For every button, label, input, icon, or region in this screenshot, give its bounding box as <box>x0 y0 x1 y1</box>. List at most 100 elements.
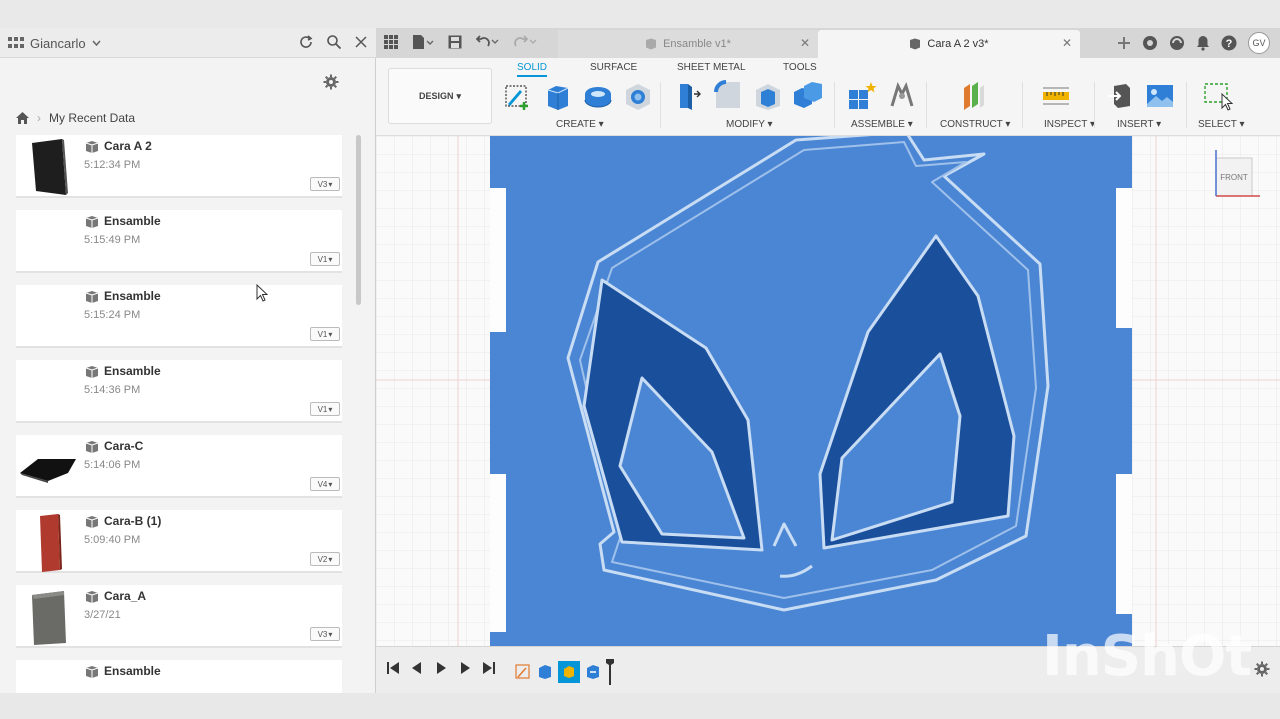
list-item[interactable]: Cara A 2 5:12:34 PM V3 ▾ <box>16 135 342 198</box>
viewport-graphics[interactable] <box>376 136 1280 646</box>
gear-icon[interactable] <box>1254 661 1270 677</box>
user-switcher[interactable]: Giancarlo <box>8 34 101 52</box>
video-watermark: InShOt <box>1042 624 1252 689</box>
play-icon[interactable] <box>434 661 448 675</box>
user-avatar[interactable]: GV <box>1248 32 1270 54</box>
tab-solid[interactable]: SOLID <box>517 62 548 77</box>
combine-icon[interactable] <box>792 80 824 112</box>
version-badge[interactable]: V3 ▾ <box>310 627 340 641</box>
step-back-icon[interactable] <box>410 661 424 675</box>
new-component-icon[interactable] <box>846 80 878 112</box>
undo-icon[interactable] <box>476 35 500 49</box>
save-icon[interactable] <box>448 35 462 49</box>
fillet-icon[interactable] <box>712 80 744 112</box>
list-item[interactable]: Cara-B (1) 5:09:40 PM V2 ▾ <box>16 510 342 573</box>
version-badge[interactable]: V3 ▾ <box>310 177 340 191</box>
extrude-feature-icon[interactable] <box>584 663 602 681</box>
workspace-switcher[interactable]: DESIGN ▾ <box>388 68 492 124</box>
grid-apps-icon[interactable] <box>384 35 398 49</box>
chevron-down-icon: ▾ <box>328 179 333 189</box>
version-label: V3 <box>317 629 328 639</box>
shell-icon[interactable] <box>752 80 784 112</box>
viewcube-face-label: FRONT <box>1220 173 1248 182</box>
go-to-start-icon[interactable] <box>386 661 400 675</box>
version-badge[interactable]: V1 ▾ <box>310 252 340 266</box>
go-to-end-icon[interactable] <box>482 661 496 675</box>
version-badge[interactable]: V2 ▾ <box>310 552 340 566</box>
extrude-feature-icon[interactable] <box>558 661 580 683</box>
tab-cara-a-2[interactable]: Cara A 2 v3* ✕ <box>818 30 1080 58</box>
recent-data-list: Cara A 2 5:12:34 PM V3 ▾ Ensamble 5:15:49… <box>16 135 342 693</box>
create-sketch-icon[interactable] <box>502 80 534 112</box>
version-badge[interactable]: V4 ▾ <box>310 477 340 491</box>
select-label: SELECT <box>1198 119 1237 130</box>
separator <box>1022 82 1023 128</box>
tab-ensamble[interactable]: Ensamble v1* ✕ <box>558 30 818 58</box>
sketch-feature-icon[interactable] <box>514 663 532 681</box>
viewcube[interactable]: FRONT <box>1208 146 1264 206</box>
chevron-down-icon: ▾ <box>328 329 333 339</box>
hole-icon[interactable] <box>622 80 654 112</box>
close-icon[interactable]: ✕ <box>1062 36 1072 50</box>
item-name: Ensamble <box>104 664 161 678</box>
redo-icon[interactable] <box>514 35 538 49</box>
list-item[interactable]: Ensamble 5:14:36 PM V1 ▾ <box>16 360 342 423</box>
extrude-feature-icon[interactable] <box>536 663 554 681</box>
tab-bar: Ensamble v1* ✕ Cara A 2 v3* ✕ ? GV <box>376 28 1280 58</box>
help-icon[interactable]: ? <box>1221 35 1237 51</box>
version-badge[interactable]: V1 ▾ <box>310 402 340 416</box>
version-label: V1 <box>317 254 328 264</box>
extensions-icon[interactable] <box>1142 35 1158 51</box>
tab-tools[interactable]: TOOLS <box>783 62 817 73</box>
version-label: V2 <box>317 554 328 564</box>
design-file-icon <box>85 366 99 378</box>
offset-plane-icon[interactable] <box>958 80 990 112</box>
insert-image-icon[interactable] <box>1144 80 1176 112</box>
press-pull-icon[interactable] <box>672 80 704 112</box>
extrude-icon[interactable] <box>542 80 574 112</box>
step-forward-icon[interactable] <box>458 661 472 675</box>
item-name: Cara-B (1) <box>104 514 162 528</box>
list-item[interactable]: Cara_A 3/27/21 V3 ▾ <box>16 585 342 648</box>
timeline-marker-icon[interactable] <box>606 659 614 685</box>
select-menu[interactable]: SELECT ▾ <box>1198 119 1245 130</box>
select-window-icon[interactable] <box>1202 80 1234 112</box>
close-icon[interactable]: ✕ <box>800 36 810 50</box>
settings-button[interactable] <box>323 74 339 95</box>
breadcrumb-label[interactable]: My Recent Data <box>49 111 135 125</box>
design-canvas[interactable]: FRONT <box>376 136 1280 646</box>
timeline-features <box>514 659 614 685</box>
list-item[interactable]: Ensamble 5:15:49 PM V1 ▾ <box>16 210 342 273</box>
chevron-down-icon <box>92 40 101 46</box>
insert-menu[interactable]: INSERT ▾ <box>1117 119 1161 130</box>
new-tab-icon[interactable] <box>1117 36 1131 50</box>
measure-icon[interactable] <box>1040 80 1072 112</box>
design-thumbnail <box>40 514 62 572</box>
home-icon[interactable] <box>16 112 29 124</box>
item-time: 5:14:06 PM <box>84 459 141 471</box>
refresh-icon[interactable] <box>298 34 314 50</box>
insert-derive-icon[interactable] <box>1104 80 1136 112</box>
design-file-icon <box>85 141 99 153</box>
job-status-icon[interactable] <box>1169 35 1185 51</box>
search-icon[interactable] <box>326 34 342 50</box>
joint-icon[interactable] <box>886 80 918 112</box>
notification-bell-icon[interactable] <box>1196 35 1210 51</box>
close-icon[interactable] <box>354 35 368 49</box>
inspect-menu[interactable]: INSPECT ▾ <box>1044 119 1095 130</box>
tab-surface[interactable]: SURFACE <box>590 62 637 73</box>
revolve-icon[interactable] <box>582 80 614 112</box>
construct-menu[interactable]: CONSTRUCT ▾ <box>940 119 1010 130</box>
list-item[interactable]: Ensamble 5:15:24 PM V1 ▾ <box>16 284 342 348</box>
modify-menu[interactable]: MODIFY ▾ <box>726 119 773 130</box>
list-scrollbar[interactable] <box>356 135 361 305</box>
list-item[interactable]: Ensamble <box>16 660 342 693</box>
assemble-menu[interactable]: ASSEMBLE ▾ <box>851 119 913 130</box>
version-badge[interactable]: V1 ▾ <box>310 327 340 341</box>
version-label: V1 <box>317 329 328 339</box>
create-menu[interactable]: CREATE ▾ <box>556 119 604 130</box>
list-item[interactable]: Cara-C 5:14:06 PM V4 ▾ <box>16 435 342 498</box>
file-menu-icon[interactable] <box>412 34 434 50</box>
item-time: 5:15:24 PM <box>84 309 141 321</box>
tab-sheet-metal[interactable]: SHEET METAL <box>677 62 746 73</box>
